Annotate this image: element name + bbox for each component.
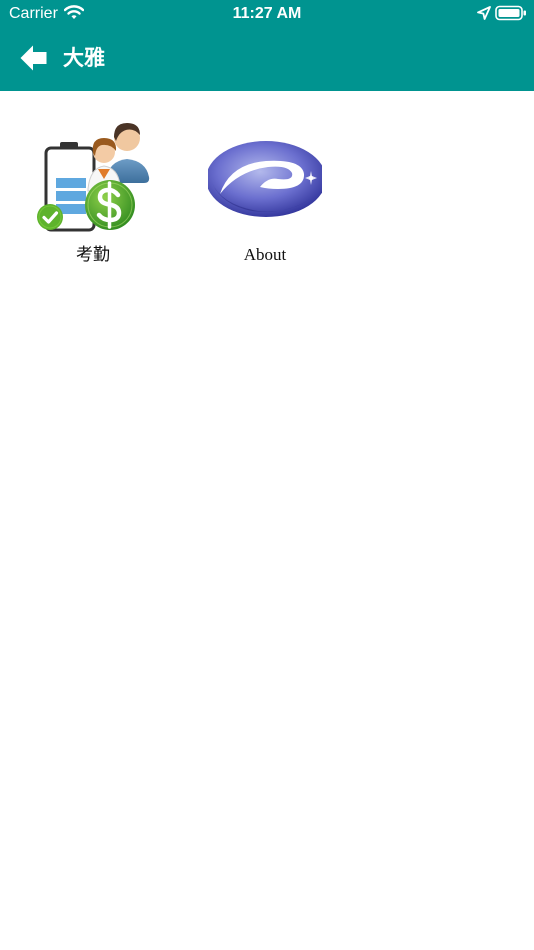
tile-label-about: About	[243, 245, 287, 264]
page-title: 大雅	[63, 47, 105, 70]
status-time: 11:27 AM	[232, 5, 302, 22]
location-icon	[477, 6, 491, 20]
tile-label-attendance: 考勤	[76, 245, 110, 264]
about-tile[interactable]: About	[190, 119, 340, 269]
navigation-bar: 大雅	[0, 28, 534, 91]
back-arrow-icon	[20, 45, 47, 71]
back-button[interactable]	[14, 40, 54, 76]
battery-icon	[495, 5, 527, 21]
app-grid: 考勤 About	[0, 91, 534, 950]
company-logo-icon	[206, 119, 326, 235]
attendance-tile[interactable]: 考勤	[18, 119, 168, 269]
app-header: Carrier 11:27 AM 大雅	[0, 0, 534, 91]
attendance-payroll-icon	[36, 119, 150, 235]
status-bar: Carrier 11:27 AM	[0, 0, 534, 28]
